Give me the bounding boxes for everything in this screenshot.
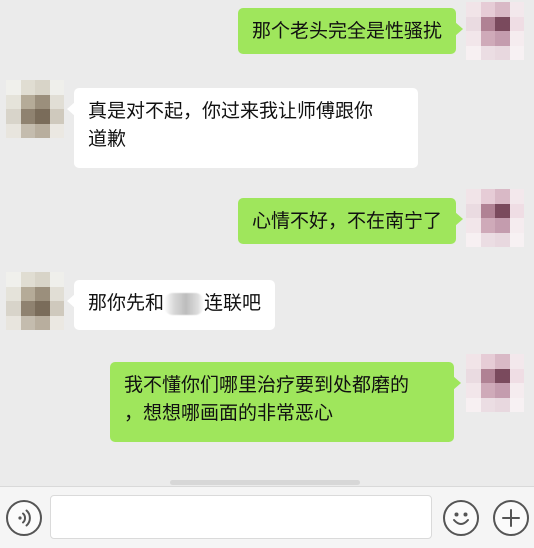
my-avatar[interactable] [466, 2, 524, 60]
message-text-line: ，想想哪画面的非常恶心 [124, 402, 334, 424]
contact-avatar[interactable] [6, 80, 64, 138]
emoji-button[interactable] [443, 500, 479, 536]
plus-icon [502, 509, 520, 527]
message-text: 那个老头完全是性骚扰 [251, 20, 442, 42]
voice-icon [18, 509, 31, 527]
my-avatar[interactable] [466, 354, 524, 412]
emoji-icon [453, 512, 469, 525]
message-bubble-received[interactable]: 真是对不起，你过来我让师傅跟你 道歉 [67, 88, 418, 168]
chat-area[interactable]: 那个老头完全是性骚扰 真是对不起，你过来我让师傅跟你 道歉 心情不好，不在南宁了 [0, 0, 534, 486]
message-text: 那你先和 [88, 292, 165, 314]
message-text-line: 道歉 [88, 128, 127, 150]
contact-avatar[interactable] [6, 272, 64, 330]
more-button[interactable] [493, 500, 529, 536]
voice-button[interactable] [6, 500, 42, 536]
message-bubble-sent[interactable]: 那个老头完全是性骚扰 [237, 8, 464, 54]
input-bar [0, 486, 534, 548]
scroll-indicator [170, 480, 360, 485]
message-text: 连联吧 [204, 292, 262, 314]
message-input[interactable] [50, 495, 432, 539]
message-bubble-sent[interactable]: 心情不好，不在南宁了 [237, 198, 464, 244]
my-avatar[interactable] [466, 189, 524, 247]
message-text-line: 真是对不起，你过来我让师傅跟你 [88, 100, 374, 122]
message-text: 心情不好，不在南宁了 [251, 210, 442, 232]
message-bubble-sent[interactable]: 我不懂你们哪里治疗要到处都磨的 ，想想哪画面的非常恶心 [110, 362, 461, 442]
redacted-name [164, 292, 205, 315]
message-bubble-received[interactable]: 那你先和 连联吧 [66, 280, 276, 330]
message-text-line: 我不懂你们哪里治疗要到处都磨的 [124, 374, 410, 396]
